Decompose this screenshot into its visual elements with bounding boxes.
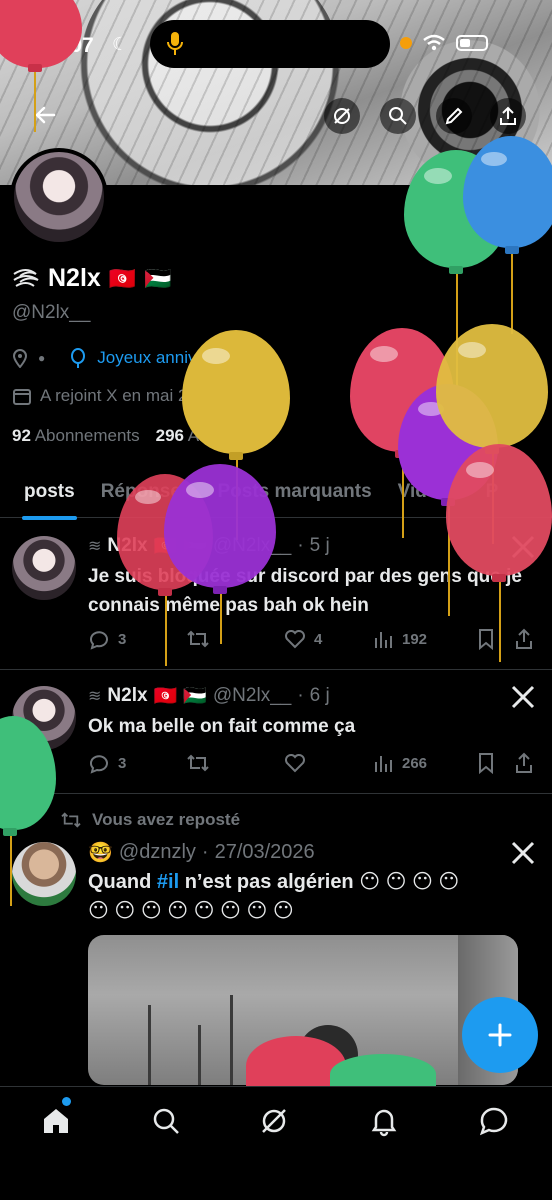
following-link[interactable]: 92 Abonnements	[12, 426, 140, 446]
media-detail	[198, 1025, 201, 1085]
views-icon	[375, 632, 392, 648]
post-time: 6 j	[309, 685, 330, 706]
share-button[interactable]	[490, 98, 526, 134]
repost-icon	[187, 630, 209, 648]
status-right	[400, 30, 488, 56]
repost-button[interactable]	[186, 628, 284, 650]
heart-icon	[285, 630, 305, 649]
post-time: 27/03/2026	[214, 841, 315, 863]
display-name-row: N2lx 🇹🇳 🇵🇸	[12, 264, 172, 293]
views-button[interactable]: 266	[372, 752, 476, 774]
dynamic-island	[150, 20, 390, 68]
flag-tunisia: 🇹🇳	[108, 265, 137, 291]
post-handle: @N2lx__	[212, 685, 292, 706]
microphone-icon	[167, 32, 183, 55]
bookmark-button[interactable]	[476, 752, 514, 774]
wind-swirl-icon: ≋	[88, 688, 102, 705]
wind-swirl-icon	[13, 268, 39, 287]
compose-button[interactable]	[462, 997, 538, 1073]
bookmark-icon	[479, 629, 493, 650]
wifi-icon	[423, 34, 445, 51]
x-logo-icon	[511, 685, 535, 709]
share-button[interactable]	[514, 752, 534, 774]
share-button[interactable]	[514, 628, 534, 650]
like-button[interactable]: 4	[284, 628, 372, 650]
reply-button[interactable]: 3	[88, 628, 186, 650]
views-button[interactable]: 192	[372, 628, 476, 650]
profile-handle: @N2lx__	[12, 302, 91, 323]
messages-icon[interactable]	[478, 1105, 510, 1137]
search-icon	[389, 107, 407, 125]
display-name: N2lx	[48, 264, 101, 292]
post-handle: @dznzly	[118, 841, 196, 863]
location-pin-icon	[12, 349, 28, 368]
notifications-icon[interactable]	[368, 1105, 400, 1137]
grok-icon	[334, 108, 350, 124]
heart-icon	[285, 754, 305, 773]
post-actions: 3 4 192	[88, 624, 538, 654]
post-separator: ·	[297, 685, 304, 706]
reply-button[interactable]: 3	[88, 752, 186, 774]
post-separator: ·	[297, 535, 304, 556]
wind-swirl-icon: ≋	[88, 538, 102, 555]
views-icon	[375, 756, 392, 772]
flag-palestine: 🇵🇸	[144, 265, 172, 291]
calendar-icon	[13, 389, 31, 405]
moon-icon: ☾	[112, 34, 129, 54]
post-avatar[interactable]	[12, 536, 76, 600]
balloon-icon	[71, 348, 86, 368]
search-icon[interactable]	[150, 1105, 182, 1137]
post-author-emoji: 🤓	[88, 842, 113, 864]
post-item[interactable]: ≋ N2lx 🇹🇳 🇵🇸 @N2lx__ · 6 j Ok ma belle o…	[0, 670, 552, 794]
reply-icon	[90, 755, 108, 774]
profile-avatar[interactable]	[10, 148, 108, 246]
share-icon	[516, 752, 532, 773]
repost-icon	[61, 812, 81, 828]
plus-icon	[488, 1023, 512, 1047]
post-actions: 3 266	[88, 748, 538, 778]
share-icon	[516, 628, 532, 649]
bottom-nav	[0, 1086, 552, 1200]
grok-button[interactable]	[324, 98, 360, 134]
post-separator: ·	[201, 841, 209, 863]
home-icon[interactable]	[40, 1105, 72, 1137]
post-text: Quand #il n’est pas algérien 😶 😶 😶 😶 😶 😶…	[88, 871, 460, 922]
post-avatar[interactable]	[12, 842, 76, 906]
repost-indicator: Vous avez reposté	[60, 810, 240, 830]
tab-posts[interactable]: posts	[22, 481, 77, 520]
post-text: Ok ma belle on fait comme ça	[88, 716, 356, 737]
repost-button[interactable]	[186, 752, 284, 774]
media-detail	[230, 995, 233, 1085]
repost-icon	[187, 754, 209, 772]
x-logo-icon	[511, 841, 535, 865]
pencil-icon	[445, 107, 463, 125]
location-placeholder-icon: ●	[38, 351, 46, 365]
post-time: 5 j	[309, 535, 330, 556]
hashtag-link[interactable]: #il	[157, 871, 179, 893]
notification-dot	[62, 1097, 71, 1106]
media-detail	[148, 1005, 151, 1085]
reply-icon	[90, 631, 108, 650]
post-author-name: N2lx	[107, 685, 148, 706]
flag-palestine: 🇵🇸	[183, 686, 207, 707]
grok-icon[interactable]	[258, 1105, 290, 1137]
share-icon	[500, 106, 516, 125]
battery-icon	[456, 35, 488, 51]
bookmark-icon	[479, 753, 493, 774]
like-button[interactable]	[284, 752, 372, 774]
post-header: 🤓 @dznzly · 27/03/2026	[88, 840, 315, 865]
post-header: ≋ N2lx 🇹🇳 🇵🇸 @N2lx__ · 6 j	[88, 684, 330, 708]
search-button[interactable]	[380, 98, 416, 134]
bookmark-button[interactable]	[476, 628, 514, 650]
flag-tunisia: 🇹🇳	[153, 686, 178, 707]
privacy-dot-icon	[400, 37, 412, 49]
edit-button[interactable]	[436, 98, 472, 134]
